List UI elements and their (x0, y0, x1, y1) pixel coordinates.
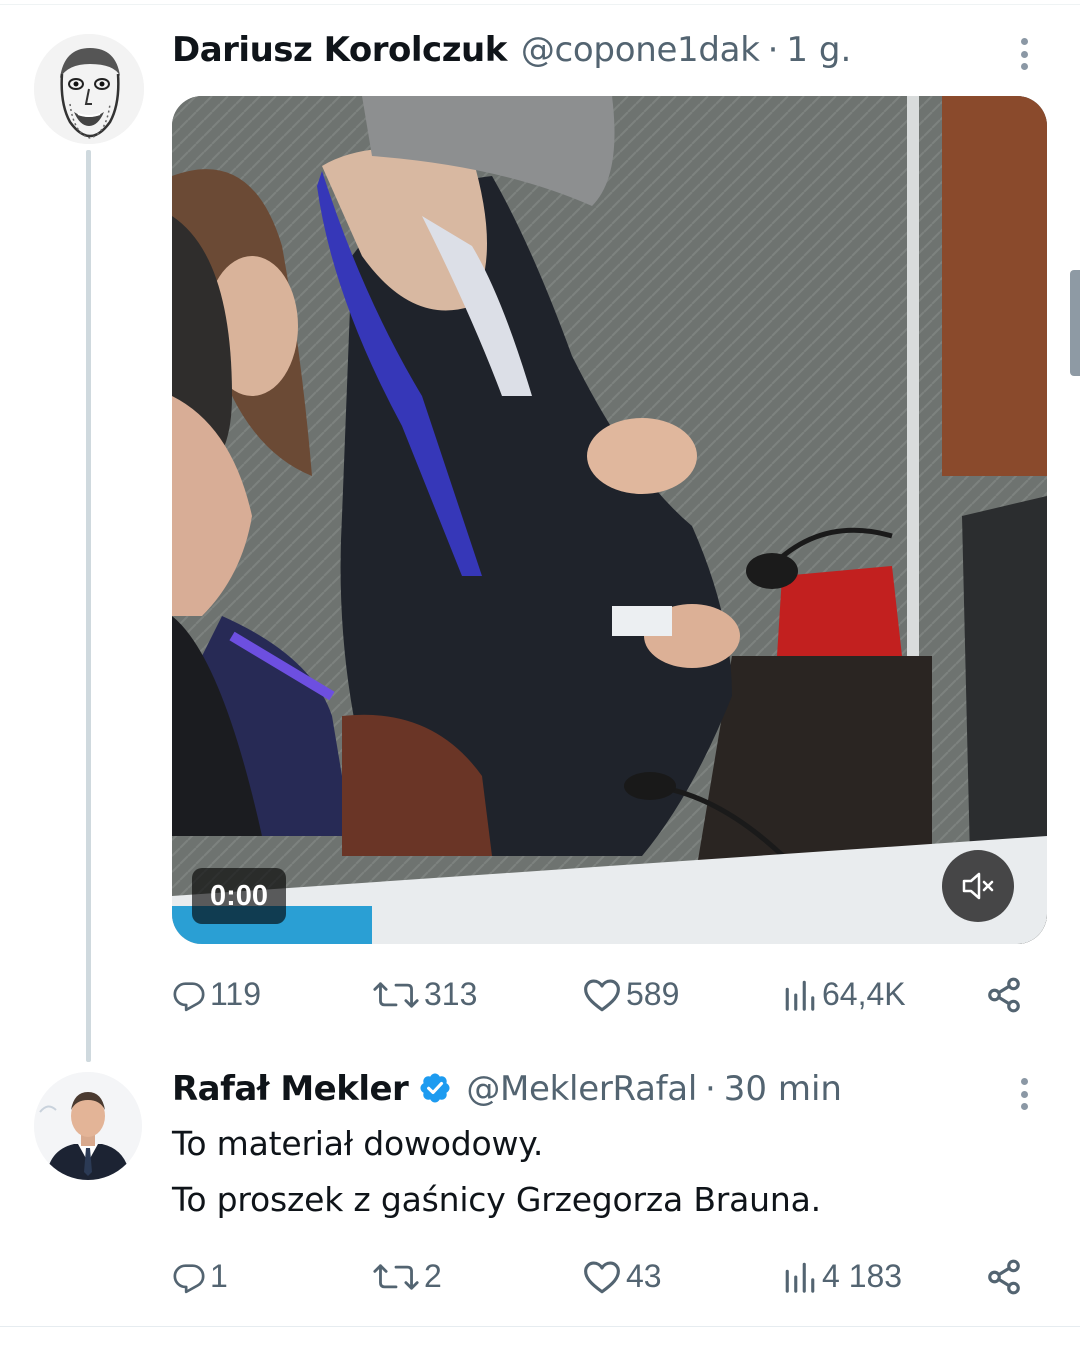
avatar[interactable] (34, 34, 144, 144)
thread-connector-line (86, 150, 91, 1062)
bottom-divider (0, 1326, 1080, 1327)
author-handle[interactable]: @copone1dak (521, 30, 760, 70)
reply-icon (173, 981, 205, 1011)
views-button[interactable]: 4 183 (782, 1258, 902, 1295)
views-icon (785, 1262, 815, 1293)
repost-button[interactable]: 313 (372, 976, 477, 1013)
tweet-header: Dariusz Korolczuk @copone1dak · 1 g. (172, 30, 851, 70)
share-icon (988, 1259, 1020, 1295)
tweet-header: Rafał Mekler @MeklerRafal · 30 min (172, 1066, 842, 1109)
more-icon[interactable] (1012, 1074, 1036, 1114)
verified-icon (420, 1073, 450, 1103)
timestamp[interactable]: 1 g. (786, 30, 851, 70)
like-count: 589 (626, 976, 680, 1012)
author-name[interactable]: Rafał Mekler (172, 1069, 409, 1109)
scrollbar[interactable] (1070, 270, 1080, 376)
views-button[interactable]: 64,4K (782, 976, 906, 1013)
author-name[interactable]: Dariusz Korolczuk (172, 30, 507, 70)
views-icon (785, 980, 815, 1011)
views-count: 64,4K (822, 976, 906, 1012)
video-duration-badge: 0:00 (192, 868, 286, 924)
reply-icon (173, 1263, 205, 1293)
more-icon[interactable] (1012, 34, 1036, 74)
repost-count: 313 (424, 976, 478, 1012)
like-icon (584, 1261, 620, 1293)
like-button[interactable]: 43 (582, 1258, 662, 1295)
video-player[interactable]: 0:00 (172, 96, 1047, 944)
repost-icon (373, 1263, 419, 1290)
reply-count: 119 (210, 976, 262, 1012)
avatar-sketch-face (34, 34, 144, 144)
video-frame (172, 96, 1047, 944)
repost-icon (373, 981, 419, 1008)
top-divider (0, 4, 1080, 5)
reply-button[interactable]: 1 (172, 1258, 228, 1295)
like-button[interactable]: 589 (582, 976, 679, 1013)
separator-dot: · (767, 30, 779, 70)
repost-count: 2 (424, 1258, 442, 1294)
mute-icon[interactable] (942, 850, 1014, 922)
views-count: 4 183 (822, 1258, 903, 1294)
tweet-text-line: To materiał dowodowy. (172, 1124, 544, 1163)
like-count: 43 (626, 1258, 662, 1294)
repost-button[interactable]: 2 (372, 1258, 442, 1295)
reply-button[interactable]: 119 (172, 976, 261, 1013)
avatar-photo (34, 1072, 142, 1180)
share-button[interactable] (985, 1258, 1023, 1296)
avatar[interactable] (34, 1072, 142, 1180)
share-icon (988, 977, 1020, 1013)
tweet-text-line: To proszek z gaśnicy Grzegorza Brauna. (172, 1180, 821, 1219)
like-icon (584, 979, 620, 1011)
author-handle[interactable]: @MeklerRafal (466, 1069, 697, 1109)
separator-dot: · (704, 1069, 716, 1109)
share-button[interactable] (985, 976, 1023, 1014)
timestamp[interactable]: 30 min (724, 1069, 842, 1109)
reply-count: 1 (210, 1258, 228, 1294)
